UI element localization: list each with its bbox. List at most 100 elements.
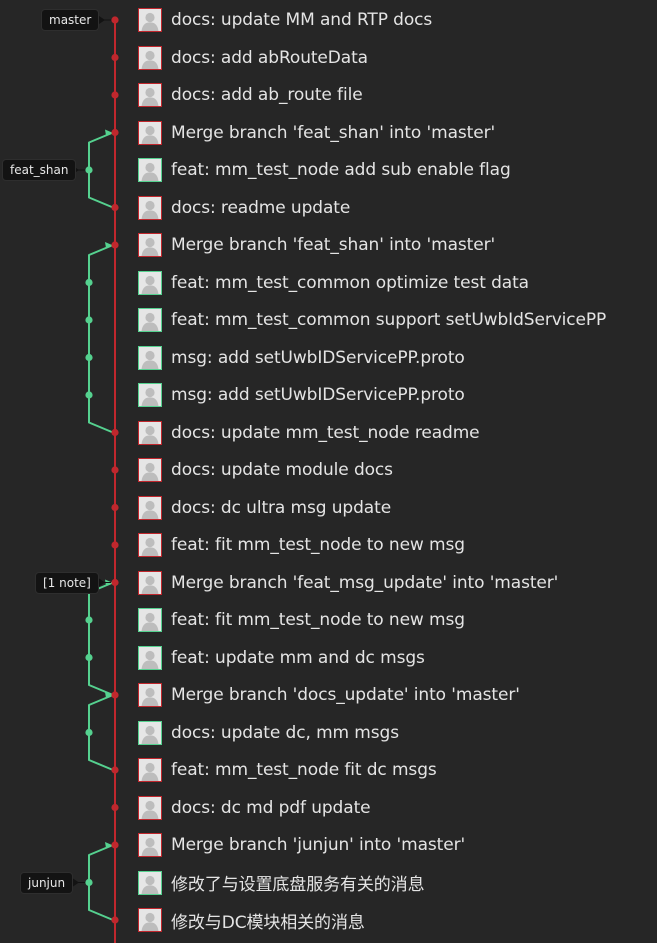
user-avatar-icon <box>138 833 162 857</box>
user-avatar-icon <box>138 908 162 932</box>
commit-dot <box>85 353 93 362</box>
commit-row[interactable]: msg: add setUwbIDServicePP.proto <box>138 380 465 410</box>
commit-row[interactable]: feat: mm_test_common support setUwbIdSer… <box>138 305 606 335</box>
commit-row[interactable]: docs: add abRouteData <box>138 43 368 73</box>
commit-message: Merge branch 'feat_shan' into 'master' <box>171 235 496 255</box>
commit-message: Merge branch 'junjun' into 'master' <box>171 835 466 855</box>
user-avatar-icon <box>138 195 162 220</box>
commit-row[interactable]: docs: add ab_route file <box>138 80 363 110</box>
commit-graph: docs: update MM and RTP docs docs: add ab… <box>0 0 657 943</box>
commit-message: 修改了与设置底盘服务有关的消息 <box>171 875 425 895</box>
commit-dot <box>111 53 119 62</box>
tag-pointer-icon <box>73 878 79 887</box>
commit-message: feat: fit mm_test_node to new msg <box>171 535 465 555</box>
user-avatar-icon <box>138 345 162 370</box>
commit-row[interactable]: feat: update mm and dc msgs <box>138 643 425 673</box>
tag-pointer-icon <box>99 16 105 24</box>
commit-dot <box>111 578 119 587</box>
tag-note[interactable]: [1 note] <box>35 571 99 594</box>
commit-row[interactable]: feat: mm_test_common optimize test data <box>138 268 529 298</box>
commit-row[interactable]: Merge branch 'docs_update' into 'master' <box>138 680 520 710</box>
commit-message: feat: update mm and dc msgs <box>171 647 425 668</box>
commit-message: docs: update mm_test_node readme <box>171 422 480 443</box>
user-avatar-icon <box>138 720 162 745</box>
commit-row[interactable]: 修改与DC模块相关的消息 <box>138 905 365 935</box>
commit-row[interactable]: Merge branch 'feat_msg_update' into 'mas… <box>138 568 558 598</box>
commit-message: docs: add ab_route file <box>171 85 363 105</box>
user-avatar-icon <box>138 870 162 895</box>
commit-dot <box>111 428 119 437</box>
user-avatar-icon <box>138 308 162 332</box>
user-avatar-icon <box>138 495 162 520</box>
commit-message: feat: mm_test_common support setUwbIdSer… <box>171 310 607 330</box>
commit-dot <box>111 466 119 474</box>
user-avatar-icon <box>138 795 162 820</box>
commit-dot <box>111 128 119 137</box>
commit-dot <box>85 653 93 662</box>
commit-message: feat: mm_test_node add sub enable flag <box>171 160 511 180</box>
user-avatar-icon <box>138 83 162 107</box>
commit-message: feat: mm_test_node fit dc msgs <box>171 760 437 780</box>
user-avatar-icon <box>138 758 162 782</box>
user-avatar-icon <box>138 383 162 407</box>
user-avatar-icon <box>138 420 162 445</box>
user-avatar-icon <box>138 533 162 557</box>
commit-message: Merge branch 'feat_msg_update' into 'mas… <box>171 572 559 593</box>
commit-dot <box>85 391 93 399</box>
side-branch-line <box>88 581 114 696</box>
commit-dot <box>111 803 119 812</box>
commit-dot <box>111 241 119 249</box>
commit-message: msg: add setUwbIDServicePP.proto <box>171 347 465 368</box>
commit-row[interactable]: docs: update dc, mm msgs <box>138 718 399 748</box>
commit-message: 修改与DC模块相关的消息 <box>171 912 365 933</box>
commit-message: docs: add abRouteData <box>171 47 368 68</box>
commit-row[interactable]: docs: update module docs <box>138 455 393 485</box>
commit-message: docs: dc md pdf update <box>171 797 371 818</box>
user-avatar-icon <box>138 270 162 295</box>
user-avatar-icon <box>138 8 162 32</box>
commit-row[interactable]: msg: add setUwbIDServicePP.proto <box>138 343 465 373</box>
side-branch-line <box>88 244 114 434</box>
commit-message: docs: update module docs <box>171 460 393 480</box>
commit-dot <box>111 16 119 24</box>
commit-dot <box>111 203 119 212</box>
user-avatar-icon <box>138 683 162 707</box>
commit-message: feat: fit mm_test_node to new msg <box>171 610 465 630</box>
user-avatar-icon <box>138 45 162 70</box>
commit-row[interactable]: Merge branch 'feat_shan' into 'master' <box>138 230 495 260</box>
tag-junjun[interactable]: junjun <box>20 871 74 894</box>
commit-row[interactable]: docs: update mm_test_node readme <box>138 418 480 448</box>
commit-dot <box>85 316 93 324</box>
commit-row[interactable]: 修改了与设置底盘服务有关的消息 <box>138 868 425 898</box>
user-avatar-icon <box>138 608 162 632</box>
commit-dot <box>85 616 93 624</box>
user-avatar-icon <box>138 120 162 145</box>
user-avatar-icon <box>138 645 162 670</box>
commit-dot <box>111 766 119 774</box>
commit-dot <box>85 878 93 887</box>
commit-message: feat: mm_test_common optimize test data <box>171 272 529 293</box>
user-avatar-icon <box>138 233 162 257</box>
tag-feat-shan[interactable]: feat_shan <box>2 159 77 181</box>
commit-dot <box>85 728 93 737</box>
commit-dot <box>111 541 119 549</box>
commit-row[interactable]: Merge branch 'junjun' into 'master' <box>138 830 465 860</box>
commit-dot <box>85 166 93 174</box>
user-avatar-icon <box>138 158 162 182</box>
commit-dot <box>111 841 119 849</box>
commit-message: msg: add setUwbIDServicePP.proto <box>171 385 465 405</box>
user-avatar-icon <box>138 570 162 595</box>
commit-row[interactable]: feat: fit mm_test_node to new msg <box>138 530 465 560</box>
commit-row[interactable]: feat: fit mm_test_node to new msg <box>138 605 465 635</box>
commit-dot <box>85 278 93 287</box>
commit-row[interactable]: Merge branch 'feat_shan' into 'master' <box>138 118 495 148</box>
commit-row[interactable]: feat: mm_test_node add sub enable flag <box>138 155 511 185</box>
commit-row[interactable]: feat: mm_test_node fit dc msgs <box>138 755 437 785</box>
commit-row[interactable]: docs: update MM and RTP docs <box>138 5 432 35</box>
tag-master[interactable]: master <box>41 9 100 31</box>
commit-row[interactable]: docs: dc md pdf update <box>138 793 371 823</box>
commit-row[interactable]: docs: readme update <box>138 193 350 223</box>
commit-dot <box>111 91 119 99</box>
user-avatar-icon <box>138 458 162 482</box>
commit-row[interactable]: docs: dc ultra msg update <box>138 493 391 523</box>
